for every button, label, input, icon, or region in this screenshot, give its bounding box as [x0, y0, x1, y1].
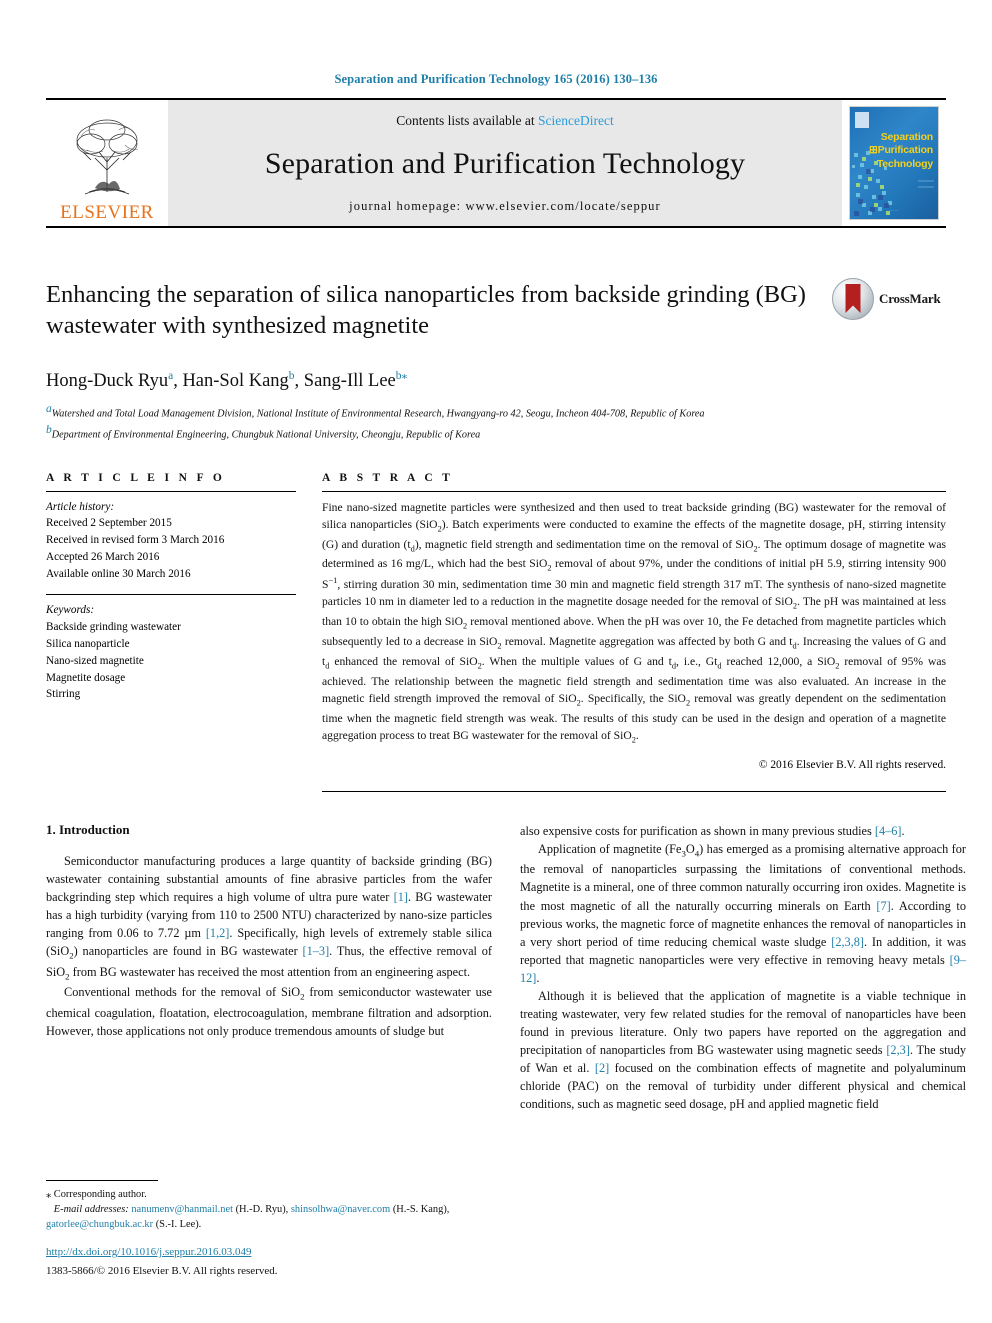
masthead-center: Contents lists available at ScienceDirec…	[168, 100, 842, 226]
email-addresses-label: E-mail addresses:	[53, 1203, 129, 1215]
cover-elsevier-mark	[855, 112, 869, 128]
affiliation-a: aWatershed and Total Load Management Div…	[46, 401, 946, 422]
abstract-bottom-rule	[322, 790, 946, 792]
paragraph: Although it is believed that the applica…	[520, 988, 967, 1112]
body-column-left: 1. Introduction Semiconductor manufactur…	[46, 822, 492, 1113]
abstract-heading: A B S T R A C T	[322, 471, 454, 484]
citation-link[interactable]: [4–6]	[875, 824, 902, 838]
citation-link[interactable]: [2,3]	[886, 1043, 910, 1057]
citation-link[interactable]: [1,2]	[206, 926, 230, 940]
info-abstract-section: A R T I C L E I N F O Article history: R…	[46, 472, 946, 792]
abstract-rule	[322, 490, 946, 492]
cover-image: Separation ⊞Purification Technology ····…	[849, 106, 939, 220]
author-name-2: Han-Sol Kang	[182, 371, 289, 392]
email-link-3[interactable]: gatorlee@chungbuk.ac.kr	[46, 1219, 153, 1230]
crossmark-icon	[832, 278, 874, 320]
citation-link[interactable]: [2]	[595, 1061, 609, 1075]
cover-footer-text: ·······	[890, 209, 898, 213]
email-owner-1: (H.-D. Ryu)	[235, 1203, 286, 1215]
keywords-rule	[46, 594, 296, 596]
cover-title-text: Separation ⊞Purification Technology	[869, 131, 933, 171]
elsevier-tree-icon	[76, 119, 139, 195]
abstract-text: Fine nano-sized magnetite particles were…	[322, 500, 947, 745]
keywords-label: Keywords:	[46, 604, 95, 617]
author-list: Hong-Duck Ryua, Han-Sol Kangb, Sang-Ill …	[46, 370, 408, 392]
title-block: Enhancing the separation of silica nanop…	[46, 278, 946, 350]
keyword-5: Stirring	[46, 688, 81, 701]
affiliation-a-text: Watershed and Total Load Management Divi…	[51, 408, 705, 420]
keyword-3: Nano-sized magnetite	[46, 654, 144, 667]
elsevier-logo: ELSEVIER	[46, 100, 168, 226]
elsevier-wordmark: ELSEVIER	[60, 202, 154, 223]
author-affiliation-mark-3: b⁎	[395, 370, 408, 382]
affiliation-list: aWatershed and Total Load Management Div…	[46, 401, 946, 443]
contents-prefix: Contents lists available at	[396, 113, 538, 128]
citation-link[interactable]: [9–12]	[520, 953, 966, 985]
keyword-4: Magnetite dosage	[46, 671, 126, 684]
history-accepted: Accepted 26 March 2016	[46, 550, 160, 563]
issn-copyright: 1383-5866/© 2016 Elsevier B.V. All right…	[46, 1264, 278, 1277]
history-received: Received 2 September 2015	[46, 517, 172, 530]
keyword-1: Backside grinding wastewater	[46, 621, 181, 634]
contents-available-line: Contents lists available at ScienceDirec…	[396, 113, 613, 129]
cover-title-line-1: Separation	[880, 131, 933, 143]
citation-link[interactable]: [2,3,8]	[831, 935, 864, 949]
email-link-2[interactable]: shinsolhwa@naver.com	[291, 1204, 390, 1215]
history-revised: Received in revised form 3 March 2016	[46, 534, 225, 547]
author-affiliation-mark-1: a	[168, 370, 174, 382]
author-name-3: Sang-Ill Lee	[303, 371, 396, 392]
paragraph: also expensive costs for purification as…	[520, 823, 905, 838]
author-affiliation-mark-2: b	[288, 370, 295, 382]
email-link-1[interactable]: nanumenv@hanmail.net	[131, 1204, 233, 1215]
crossmark-badge[interactable]: CrossMark	[832, 278, 944, 320]
abstract-copyright: © 2016 Elsevier B.V. All rights reserved…	[758, 758, 946, 771]
email-owner-2: (H.-S. Kang)	[392, 1203, 447, 1215]
sciencedirect-link[interactable]: ScienceDirect	[538, 113, 614, 128]
cover-title-line-2: ⊞Purification	[869, 144, 933, 157]
corresponding-author-note: ⁎ Corresponding author.	[46, 1188, 147, 1200]
abstract-column: A B S T R A C T Fine nano-sized magnetit…	[314, 472, 946, 792]
article-history-label: Article history:	[46, 500, 115, 513]
doi-link[interactable]: http://dx.doi.org/10.1016/j.seppur.2016.…	[46, 1245, 492, 1260]
body-column-right: also expensive costs for purification as…	[520, 822, 966, 1113]
crossmark-label: CrossMark	[879, 291, 941, 306]
email-owner-3: (S.-I. Lee).	[155, 1219, 202, 1231]
section-heading-introduction: 1. Introduction	[46, 821, 130, 837]
paragraph: Semiconductor manufacturing produces a l…	[46, 853, 492, 982]
footnote-rule	[46, 1179, 158, 1181]
article-info-rule	[46, 490, 296, 492]
article-info-heading: A R T I C L E I N F O	[46, 471, 226, 484]
article-info-column: A R T I C L E I N F O Article history: R…	[46, 472, 314, 792]
affiliation-b-text: Department of Environmental Engineering,…	[51, 429, 481, 441]
citation-link[interactable]: [1]	[394, 890, 408, 904]
history-online: Available online 30 March 2016	[46, 567, 191, 580]
cover-title-line-3: Technology	[876, 157, 933, 170]
article-page: Separation and Purification Technology 1…	[0, 0, 992, 1323]
citation-link[interactable]: [7]	[876, 899, 890, 913]
author-name-1: Hong-Duck Ryu	[46, 371, 169, 392]
journal-cover-thumbnail: Separation ⊞Purification Technology ····…	[842, 100, 946, 226]
doi-block: http://dx.doi.org/10.1016/j.seppur.2016.…	[46, 1245, 492, 1279]
running-head: Separation and Purification Technology 1…	[334, 72, 658, 86]
page-title: Enhancing the separation of silica nanop…	[46, 281, 806, 339]
citation-link[interactable]: [1–3]	[303, 944, 330, 958]
keyword-2: Silica nanoparticle	[46, 638, 130, 651]
affiliation-b: bDepartment of Environmental Engineering…	[46, 422, 946, 443]
journal-masthead: ELSEVIER Contents lists available at Sci…	[46, 98, 946, 228]
paragraph: Conventional methods for the removal of …	[46, 985, 493, 1038]
paragraph: Application of magnetite (Fe3O4) has eme…	[520, 841, 966, 985]
journal-homepage[interactable]: journal homepage: www.elsevier.com/locat…	[349, 199, 661, 214]
email-addresses-line: E-mail addresses: nanumenv@hanmail.net (…	[46, 1203, 450, 1231]
journal-title: Separation and Purification Technology	[264, 147, 746, 180]
footnote-block: ⁎ Corresponding author. E-mail addresses…	[46, 1179, 492, 1279]
body-columns: 1. Introduction Semiconductor manufactur…	[46, 822, 966, 1113]
